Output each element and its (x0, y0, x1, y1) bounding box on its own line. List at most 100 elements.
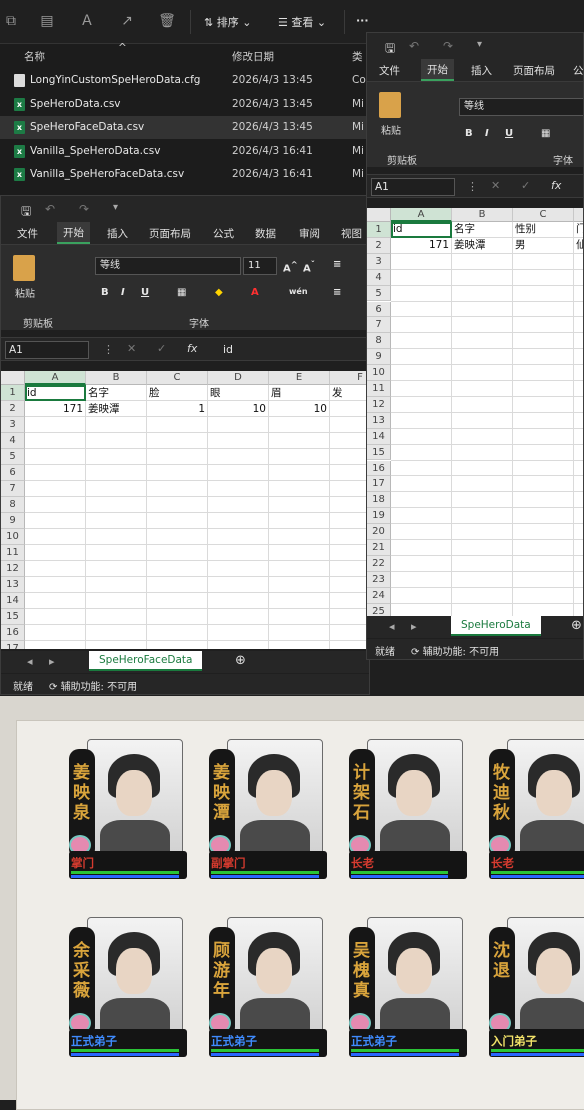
row-header-13[interactable]: 13 (367, 412, 391, 429)
enter-icon[interactable]: ✓ (521, 179, 530, 192)
member-card[interactable]: 吴槐真 正式弟子 (349, 917, 467, 1067)
share-icon[interactable]: ↗ (118, 12, 136, 30)
cell-D2[interactable]: 10 (210, 401, 266, 417)
row-header-6[interactable]: 6 (367, 301, 391, 318)
name-box[interactable]: A1 (371, 178, 455, 196)
paste-icon[interactable]: ▤ (38, 12, 56, 30)
member-card[interactable]: 牧迪秋 长老 (489, 739, 584, 889)
member-card[interactable]: 顾游年 正式弟子 (209, 917, 327, 1067)
customize-toolbar-icon[interactable]: ▾ (477, 39, 482, 50)
tab-0[interactable]: 文件 (379, 63, 400, 78)
tab-2[interactable]: 插入 (107, 226, 128, 241)
row-header-12[interactable]: 12 (1, 561, 25, 577)
row-header-4[interactable]: 4 (367, 269, 391, 286)
italic-button[interactable]: I (485, 128, 489, 139)
underline-button[interactable]: U (505, 128, 513, 139)
row-header-25[interactable]: 25 (367, 603, 391, 616)
tab-3[interactable]: 页面布局 (513, 63, 555, 78)
paste-icon[interactable] (13, 255, 35, 281)
cell-D2[interactable]: 仙 (576, 238, 583, 254)
row-header-19[interactable]: 19 (367, 508, 391, 525)
row-header-10[interactable]: 10 (1, 529, 25, 545)
row-header-18[interactable]: 18 (367, 492, 391, 509)
cell-F1[interactable]: 发 (332, 385, 369, 401)
row-header-1[interactable]: 1 (1, 385, 25, 401)
save-icon[interactable]: 🖫 (21, 202, 31, 223)
row-header-9[interactable]: 9 (1, 513, 25, 529)
member-card[interactable]: 余采薇 正式弟子 (69, 917, 187, 1067)
formula-options-icon[interactable]: ⋮ (103, 343, 114, 356)
prev-sheet-icon[interactable]: ◂ (389, 620, 395, 633)
column-header-A[interactable]: A (391, 208, 452, 222)
member-card[interactable]: 姜映泉 掌门 (69, 739, 187, 889)
row-header-9[interactable]: 9 (367, 349, 391, 366)
name-box[interactable]: A1 (5, 341, 89, 359)
column-header-B[interactable]: B (452, 208, 513, 222)
tab-4[interactable]: 公 (573, 63, 583, 78)
enter-icon[interactable]: ✓ (157, 342, 166, 355)
column-header-D[interactable]: D (574, 208, 583, 222)
formula-options-icon[interactable]: ⋮ (467, 180, 478, 193)
tab-6[interactable]: 审阅 (299, 226, 320, 241)
column-header-B[interactable]: B (86, 371, 147, 385)
next-sheet-icon[interactable]: ▸ (49, 655, 55, 668)
border-icon[interactable]: ▦ (541, 128, 550, 139)
row-header-4[interactable]: 4 (1, 433, 25, 449)
row-header-8[interactable]: 8 (367, 333, 391, 350)
accessibility-status[interactable]: ⟳ 辅助功能: 不可用 (49, 678, 137, 693)
row-header-1[interactable]: 1 (367, 222, 391, 238)
cell-C1[interactable]: 脸 (149, 385, 205, 401)
select-all-corner[interactable] (367, 208, 391, 222)
cell-B1[interactable]: 名字 (454, 222, 510, 238)
add-sheet-icon[interactable]: ⊕ (235, 653, 246, 668)
tab-1[interactable]: 开始 (421, 59, 454, 81)
cell-D1[interactable]: 门 (576, 222, 583, 238)
row-header-14[interactable]: 14 (1, 593, 25, 609)
row-header-24[interactable]: 24 (367, 587, 391, 604)
column-header-F[interactable]: F (330, 371, 369, 385)
cell-C2[interactable]: 1 (149, 401, 205, 417)
row-header-3[interactable]: 3 (1, 417, 25, 433)
redo-icon[interactable]: ↷ (79, 202, 89, 216)
select-all-corner[interactable] (1, 371, 25, 385)
member-card[interactable]: 姜映潭 副掌门 (209, 739, 327, 889)
formula-input[interactable]: id (223, 343, 233, 356)
column-header-D[interactable]: D (208, 371, 269, 385)
row-header-14[interactable]: 14 (367, 428, 391, 445)
column-header-C[interactable]: C (513, 208, 574, 222)
row-header-11[interactable]: 11 (367, 381, 391, 397)
spreadsheet-grid[interactable]: A B C D E F 1 2 3 4 5 6 7 8 9 10 11 12 13 14 15 16 17 id 名字脸眼眉发 1… (1, 371, 369, 649)
spreadsheet-grid[interactable]: ABCD123456789101112131415161718192021222… (367, 208, 583, 616)
cell-A2[interactable]: 171 (393, 238, 449, 254)
sheet-tab[interactable]: SpeHeroFaceData (89, 651, 203, 671)
accessibility-status[interactable]: ⟳ 辅助功能: 不可用 (411, 643, 499, 658)
undo-icon[interactable]: ↶ (409, 39, 419, 53)
undo-icon[interactable]: ↶ (45, 202, 55, 216)
rename-icon[interactable]: Ａ (78, 12, 96, 30)
row-header-5[interactable]: 5 (367, 285, 391, 302)
column-type[interactable]: 类 (352, 49, 363, 64)
bold-button[interactable]: B (465, 128, 473, 139)
row-header-16[interactable]: 16 (1, 625, 25, 641)
row-header-15[interactable]: 15 (1, 609, 25, 625)
row-header-3[interactable]: 3 (367, 253, 391, 270)
italic-button[interactable]: I (121, 287, 125, 298)
row-header-7[interactable]: 7 (1, 481, 25, 497)
row-header-2[interactable]: 2 (367, 237, 391, 254)
cell-D1[interactable]: 眼 (210, 385, 266, 401)
font-size-select[interactable]: 11 (243, 257, 277, 275)
cell-B2[interactable]: 姜映潭 (88, 401, 144, 417)
font-name-select[interactable]: 等线 (459, 98, 583, 116)
save-icon[interactable]: 🖫 (385, 39, 395, 60)
align-left-icon[interactable]: ≡ (333, 287, 341, 298)
row-header-22[interactable]: 22 (367, 555, 391, 572)
tab-1[interactable]: 开始 (57, 222, 90, 244)
row-header-12[interactable]: 12 (367, 396, 391, 413)
cell-E2[interactable]: 10 (271, 401, 327, 417)
phonetic-icon[interactable]: wén (289, 287, 308, 296)
row-header-10[interactable]: 10 (367, 365, 391, 381)
font-color-icon[interactable]: A (251, 287, 259, 298)
tab-5[interactable]: 数据 (255, 226, 276, 241)
member-card[interactable]: 计架石 长老 (349, 739, 467, 889)
cell-B1[interactable]: 名字 (88, 385, 144, 401)
